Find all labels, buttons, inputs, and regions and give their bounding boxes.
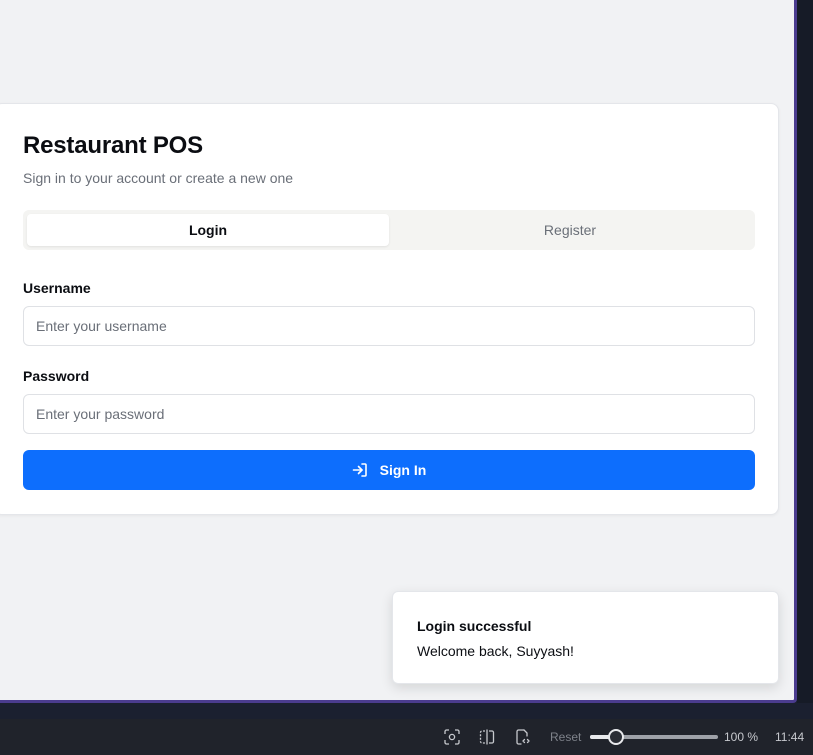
zoom-slider-thumb[interactable] bbox=[607, 729, 624, 745]
toast-notification: Login successful Welcome back, Suyyash! bbox=[392, 591, 779, 684]
zoom-level: 100 % bbox=[724, 730, 759, 744]
screenshot-icon[interactable] bbox=[443, 728, 461, 746]
zoom-reset-button[interactable]: Reset bbox=[550, 730, 581, 744]
toast-message: Welcome back, Suyyash! bbox=[417, 643, 574, 659]
window-edge bbox=[797, 0, 813, 703]
clock-time: 11:44 bbox=[775, 730, 805, 744]
username-label: Username bbox=[23, 280, 91, 296]
sign-in-label: Sign In bbox=[379, 462, 427, 478]
sign-in-arrow-icon bbox=[352, 462, 368, 478]
app-window: Restaurant POS Sign in to your account o… bbox=[0, 0, 797, 703]
auth-tabs: Login Register bbox=[23, 210, 755, 250]
password-input[interactable] bbox=[23, 394, 755, 434]
username-input[interactable] bbox=[23, 306, 755, 346]
page-title: Restaurant POS bbox=[23, 132, 203, 159]
login-card: Restaurant POS Sign in to your account o… bbox=[0, 103, 779, 515]
zoom-slider[interactable] bbox=[590, 729, 718, 745]
page-subtitle: Sign in to your account or create a new … bbox=[23, 170, 294, 186]
split-view-icon[interactable] bbox=[478, 728, 496, 746]
password-label: Password bbox=[23, 368, 90, 384]
tab-register[interactable]: Register bbox=[389, 214, 751, 246]
sign-in-button[interactable]: Sign In bbox=[23, 450, 755, 490]
toast-title: Login successful bbox=[417, 618, 532, 634]
responsive-code-icon[interactable] bbox=[513, 728, 531, 746]
tab-login[interactable]: Login bbox=[27, 214, 389, 246]
